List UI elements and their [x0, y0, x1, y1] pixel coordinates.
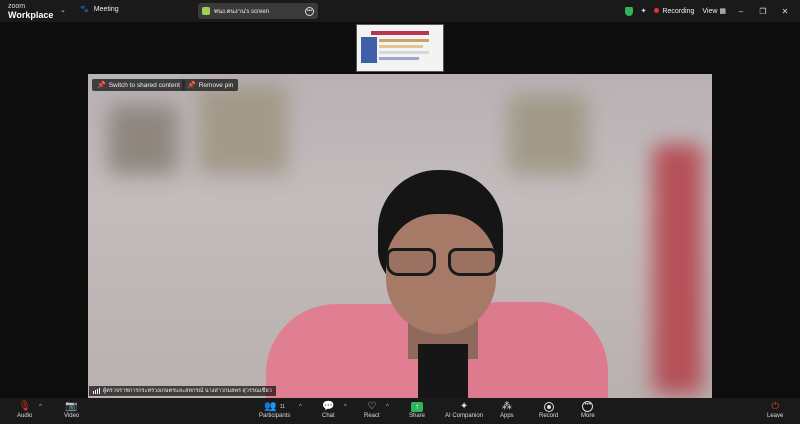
participant-name-tag: ผู้ตรวจราชการกระทรวงเกษตรและสหกรณ์ นางสา… [89, 386, 276, 396]
ai-companion-icon: ✦ [459, 401, 469, 412]
remove-pin-label: Remove pin [198, 81, 234, 89]
react-button[interactable]: ♡ React [364, 400, 380, 419]
dropdown-icon[interactable]: ⌄ [60, 6, 66, 14]
audio-options-caret[interactable]: ^ [39, 404, 42, 410]
background-blur [508, 94, 588, 174]
participants-count: 11 [279, 403, 285, 410]
background-blur [108, 104, 178, 174]
leave-icon: ⏻ [771, 401, 780, 412]
view-button[interactable]: View ▦ [702, 7, 726, 15]
signal-icon [93, 388, 100, 394]
recording-label: Recording [662, 7, 695, 15]
ai-companion-label: AI Companion [445, 413, 484, 419]
react-icon: ♡ [367, 401, 377, 412]
share-button[interactable]: ↑ Share [409, 400, 425, 419]
participants-icon: 👥 11 [264, 401, 285, 412]
shared-screen-label: พนง.คนงาน's screen [214, 9, 269, 15]
more-label: More [581, 413, 595, 419]
participants-options-caret[interactable]: ^ [299, 404, 302, 410]
leave-button[interactable]: ⏻ Leave [767, 400, 783, 419]
audio-button[interactable]: 🎙 Audio [17, 400, 32, 419]
record-icon [543, 401, 554, 412]
title-bar: zoom Workplace ⌄ 🐾 Meeting พนง.คนงาน's s… [0, 0, 800, 22]
record-button[interactable]: Record [539, 400, 558, 419]
meeting-icon: 🐾 [80, 6, 89, 13]
react-options-caret[interactable]: ^ [386, 404, 389, 410]
ai-companion-button[interactable]: ✦ AI Companion [445, 400, 483, 419]
thumb-row [379, 51, 429, 54]
maximize-button[interactable]: ❐ [756, 7, 770, 16]
background-blur [198, 84, 288, 174]
minimize-button[interactable]: – [734, 7, 748, 16]
remove-pin-button[interactable]: 📌 Remove pin [182, 79, 239, 91]
thumb-row [379, 45, 423, 48]
apps-button[interactable]: ⁂ Apps [500, 400, 514, 419]
thumb-sidebar [361, 37, 377, 63]
camera-off-icon: 📷 [65, 401, 78, 412]
glasses-lens [448, 248, 498, 276]
speaker-video[interactable]: 📌 Switch to shared content 📌 Remove pin … [88, 74, 712, 398]
chat-options-caret[interactable]: ^ [344, 404, 347, 410]
view-label: View [702, 8, 718, 15]
thumb-row [379, 57, 419, 60]
more-options-icon[interactable]: ••• [305, 6, 314, 16]
app-logo: zoom Workplace [8, 2, 53, 20]
meeting-toolbar: 🎙 Audio ^ 📷 Video 👥 11 Participants ^ 💬 C… [0, 398, 800, 424]
leave-label: Leave [767, 413, 784, 419]
person-shirt [418, 344, 468, 398]
meeting-label: Meeting [93, 5, 119, 13]
record-dot-icon [654, 7, 660, 13]
glasses-lens [386, 248, 436, 276]
participants-label: Participants [259, 413, 291, 419]
video-label: Video [64, 413, 80, 419]
record-label: Record [539, 413, 559, 419]
apps-label: Apps [500, 413, 514, 419]
more-icon: ••• [582, 401, 594, 412]
chat-label: Chat [322, 413, 335, 419]
switch-label: Switch to shared content [108, 81, 180, 89]
video-button[interactable]: 📷 Video [64, 400, 79, 419]
close-button[interactable]: ✕ [778, 7, 792, 16]
pin-icon: 📌 [187, 82, 196, 89]
participant-name: ผู้ตรวจราชการกระทรวงเกษตรและสหกรณ์ นางสา… [103, 388, 272, 394]
glasses [384, 244, 502, 278]
more-button[interactable]: ••• More [581, 400, 595, 419]
ai-sparkle-icon[interactable]: ✦ [641, 7, 647, 15]
switch-to-shared-content-button[interactable]: 📌 Switch to shared content [92, 79, 185, 91]
mic-muted-icon: 🎙 [18, 401, 32, 412]
meeting-menu[interactable]: 🐾 Meeting [80, 5, 119, 14]
chat-button[interactable]: 💬 Chat [322, 400, 335, 419]
pin-icon: 📌 [97, 82, 106, 89]
thumb-header [371, 31, 429, 35]
apps-icon: ⁂ [501, 401, 512, 412]
share-icon: ↑ [411, 401, 423, 412]
share-label: Share [409, 413, 426, 419]
shield-icon[interactable] [624, 6, 633, 16]
background-flag [653, 144, 703, 394]
screen-share-icon [202, 7, 210, 15]
thumb-row [379, 39, 429, 42]
shared-screen-pill[interactable]: พนง.คนงาน's screen ••• [198, 3, 318, 19]
audio-label: Audio [17, 413, 33, 419]
chat-icon: 💬 [322, 401, 335, 412]
participants-button[interactable]: 👥 11 Participants [259, 400, 290, 419]
recording-indicator[interactable]: Recording [654, 7, 695, 15]
brand-big: Workplace [8, 10, 54, 20]
shared-content-thumbnail[interactable] [356, 24, 444, 72]
top-right-controls: ✦ Recording View ▦ – ❐ ✕ [624, 0, 800, 22]
react-label: React [364, 413, 380, 419]
